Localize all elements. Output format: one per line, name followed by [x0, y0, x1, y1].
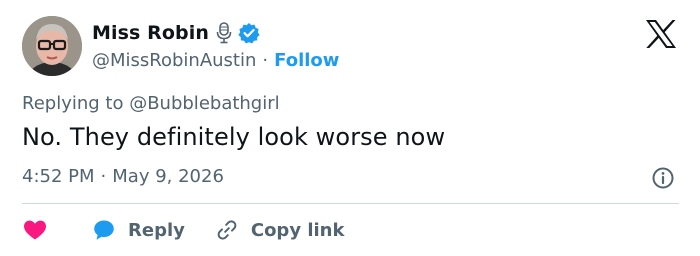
copy-link-label: Copy link [250, 219, 345, 241]
reply-context-prefix: Replying to [22, 93, 130, 114]
like-button[interactable] [22, 218, 48, 242]
microphone-icon [216, 22, 232, 44]
author-display-name[interactable]: Miss Robin [92, 22, 209, 44]
link-icon [215, 218, 239, 242]
handle-separator: · [262, 49, 269, 71]
info-icon[interactable] [651, 166, 675, 190]
tweet-actions: Reply Copy link [22, 216, 344, 244]
reply-label: Reply [128, 219, 185, 241]
tweet-time: 4:52 PM [22, 166, 95, 187]
verified-badge-icon [238, 22, 260, 44]
copy-link-button[interactable]: Copy link [215, 218, 345, 242]
follow-button[interactable]: Follow [274, 50, 339, 71]
tweet-timestamp[interactable]: 4:52 PM · May 9, 2026 [22, 166, 224, 187]
heart-icon [22, 218, 48, 242]
reply-button[interactable]: Reply [92, 218, 185, 242]
reply-mention-link[interactable]: @Bubblebathgirl [129, 93, 279, 114]
tweet-text: No. They definitely look worse now [22, 123, 446, 151]
embedded-tweet: Miss Robin @MissRobinAustin · Follow Rep… [0, 0, 700, 256]
author-handle-row: @MissRobinAustin · Follow [92, 48, 339, 72]
author-handle[interactable]: @MissRobinAustin [92, 50, 256, 71]
speech-bubble-icon [92, 218, 116, 242]
reply-context: Replying to @Bubblebathgirl [22, 93, 280, 114]
divider [22, 203, 679, 204]
avatar[interactable] [22, 16, 82, 76]
x-logo-icon[interactable] [645, 19, 677, 49]
author-name-row: Miss Robin [92, 21, 260, 45]
tweet-date: May 9, 2026 [112, 166, 224, 187]
timestamp-separator: · [100, 166, 107, 187]
